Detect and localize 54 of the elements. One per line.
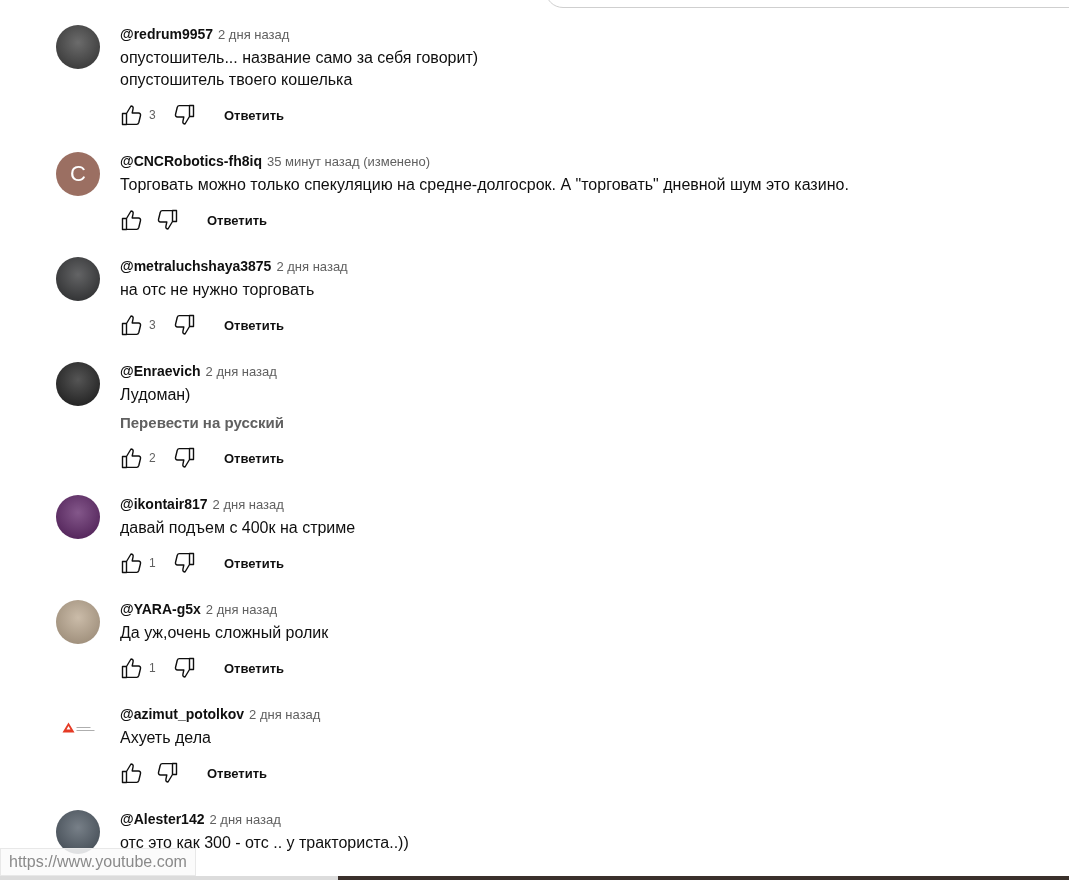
comment-time[interactable]: 2 дня назад	[249, 706, 321, 724]
thumbs-up-icon[interactable]	[120, 761, 144, 785]
comment-time[interactable]: 35 минут назад (изменено)	[267, 153, 431, 171]
comment-time[interactable]: 2 дня назад	[212, 496, 284, 514]
like-count: 2	[149, 451, 157, 465]
avatar-letter: C	[56, 152, 100, 196]
author-name[interactable]: @redrum9957	[120, 25, 214, 43]
status-url: https://www.youtube.com	[0, 848, 196, 876]
author-name[interactable]: @ikontair817	[120, 495, 208, 513]
comment-text: опустошитель твоего кошелька	[120, 70, 354, 90]
comment-text: Торговать можно только спекуляцию на средне-долгосрок. А "торговать" дневной шум это казино.	[120, 175, 849, 195]
reply-button[interactable]: Ответить	[208, 99, 301, 131]
comment-text: Да уж,очень сложный ролик	[120, 623, 329, 643]
author-name[interactable]: @Enraevich	[120, 362, 201, 380]
reply-button[interactable]: Ответить	[208, 652, 301, 684]
translate-link[interactable]: Перевести на русский	[120, 412, 301, 434]
thumbs-up-icon[interactable]	[120, 551, 144, 575]
thumbs-up-icon[interactable]	[120, 313, 144, 337]
comment-text: Ахуеть дела	[120, 728, 212, 748]
like-count: 3	[149, 108, 157, 122]
thumbs-up-icon[interactable]	[120, 446, 144, 470]
thumbs-down-icon[interactable]	[172, 551, 196, 575]
thumbs-down-icon[interactable]	[172, 446, 196, 470]
comment-time[interactable]: 2 дня назад	[205, 601, 278, 619]
reply-button[interactable]: Ответить	[191, 757, 284, 789]
comment-text: опустошитель... название само за себя говорит)	[120, 48, 479, 68]
like-count: 3	[149, 318, 157, 332]
thumbs-down-icon[interactable]	[172, 103, 196, 127]
comment-time[interactable]: 2 дня назад	[209, 811, 281, 829]
thumbs-down-icon[interactable]	[172, 656, 196, 680]
author-name[interactable]: @metraluchshaya3875	[120, 257, 272, 275]
author-name[interactable]: @azimut_potolkov	[120, 705, 245, 723]
like-count: 1	[149, 661, 157, 675]
thumbs-down-icon[interactable]	[155, 761, 179, 785]
author-name[interactable]: @YARA-g5x	[120, 600, 201, 618]
like-count: 1	[149, 556, 157, 570]
reply-button[interactable]: Ответить	[208, 309, 301, 341]
reply-button[interactable]: Ответить	[191, 204, 284, 236]
thumbs-down-icon[interactable]	[155, 208, 179, 232]
comment-time[interactable]: 2 дня назад	[276, 258, 348, 276]
reply-button[interactable]: Ответить	[208, 547, 301, 579]
comment-time[interactable]: 2 дня назад	[218, 26, 290, 44]
thumbs-up-icon[interactable]	[120, 208, 144, 232]
reply-button[interactable]: Ответить	[208, 442, 301, 474]
comment-text: Лудоман)	[120, 385, 192, 405]
comment-time[interactable]: 2 дня назад	[205, 363, 277, 381]
author-name[interactable]: @Alester142	[120, 810, 205, 828]
author-name[interactable]: @CNCRobotics-fh8iq	[120, 152, 262, 170]
triangle-logo-icon	[61, 721, 95, 733]
comment-text: давай подъем с 400к на стриме	[120, 518, 356, 538]
comment-text: на отс не нужно торговать	[120, 280, 316, 300]
thumbs-up-icon[interactable]	[120, 656, 144, 680]
thumbs-up-icon[interactable]	[120, 103, 144, 127]
thumbs-down-icon[interactable]	[172, 313, 196, 337]
